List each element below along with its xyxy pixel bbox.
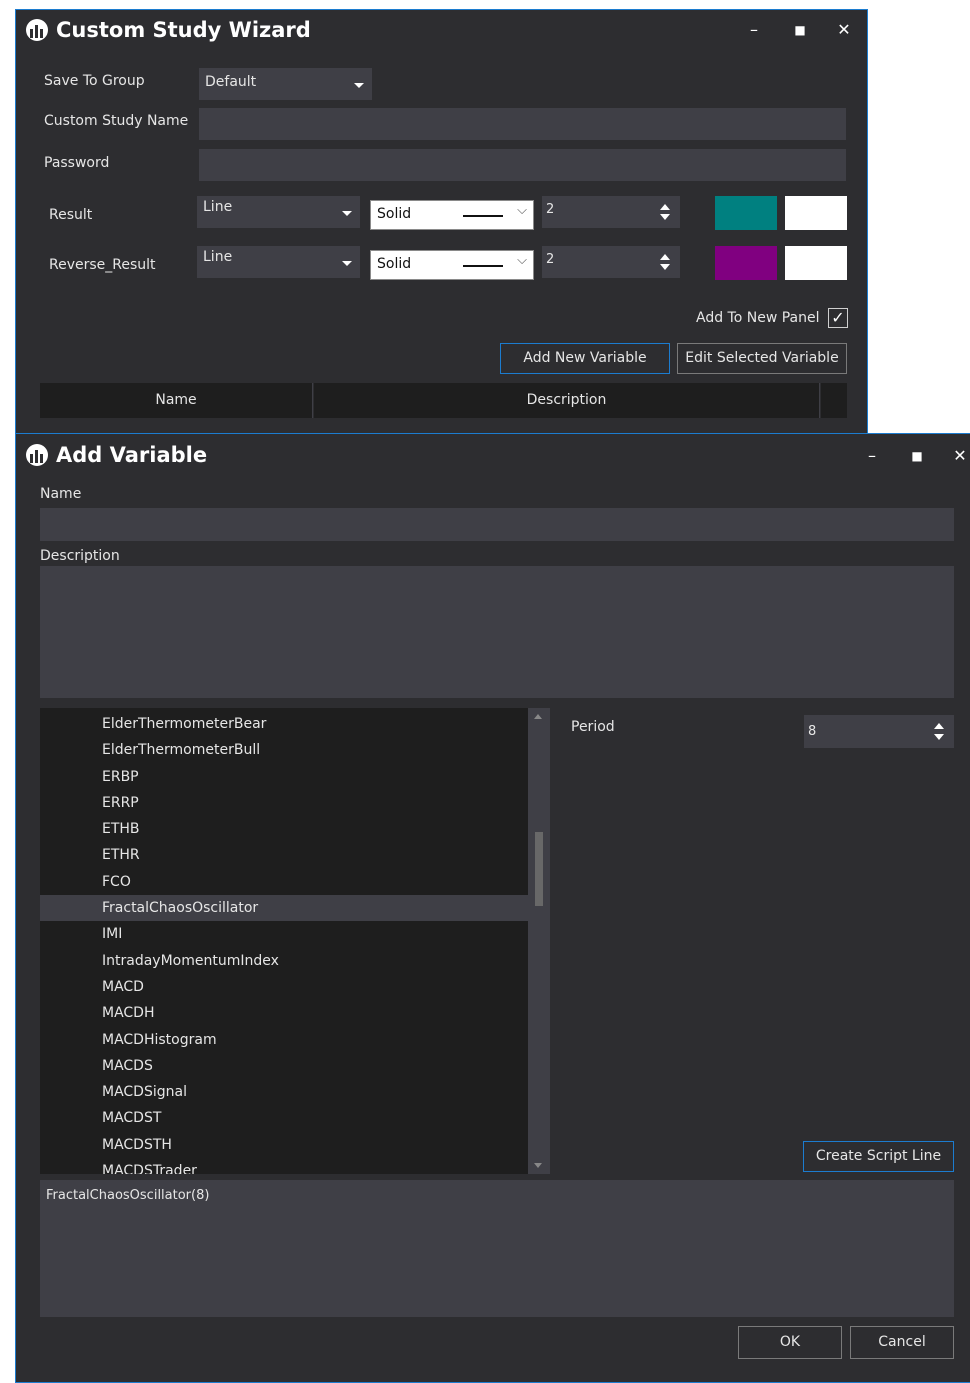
wizard-title-bar: Custom Study Wizard (26, 18, 311, 42)
custom-study-name-label: Custom Study Name (44, 113, 189, 129)
reverse-result-type-select[interactable]: Line (197, 246, 360, 278)
reverse-result-line-style-value: Solid (377, 256, 412, 272)
indicator-list-item[interactable]: MACDSTrader (40, 1158, 528, 1174)
indicator-list-item[interactable]: MACDST (40, 1105, 528, 1131)
reverse-result-line-style-select[interactable]: Solid ⌵ (370, 250, 534, 280)
indicator-list-item[interactable]: ERRP (40, 790, 528, 816)
reverse-result-type-value: Line (203, 249, 233, 265)
description-input[interactable] (40, 566, 954, 698)
indicator-list-item[interactable]: MACDH (40, 1000, 528, 1026)
add-new-variable-button[interactable]: Add New Variable (500, 343, 670, 374)
result-type-select[interactable]: Line (197, 196, 360, 228)
indicator-list-item[interactable]: MACDSignal (40, 1079, 528, 1105)
spin-up-icon[interactable] (660, 204, 670, 210)
chevron-down-icon: ⌵ (517, 253, 527, 268)
indicator-list-item[interactable]: ElderThermometerBear (40, 711, 528, 737)
create-script-line-button[interactable]: Create Script Line (803, 1141, 954, 1172)
reverse-result-label: Reverse_Result (49, 257, 156, 273)
spin-down-icon[interactable] (660, 264, 670, 270)
spin-up-icon[interactable] (660, 254, 670, 260)
line-sample-icon (463, 265, 503, 267)
indicator-list-item[interactable]: FCO (40, 869, 528, 895)
result-color-swatch[interactable] (715, 196, 777, 230)
minimize-icon[interactable]: – (744, 20, 764, 39)
indicator-list-item[interactable]: FractalChaosOscillator (40, 895, 528, 922)
spin-up-icon[interactable] (934, 723, 944, 729)
dropdown-arrow-icon (354, 83, 364, 88)
maximize-icon[interactable]: ■ (790, 23, 810, 37)
period-value: 8 (808, 724, 817, 739)
indicator-list-item[interactable]: ETHB (40, 816, 528, 842)
script-text-area[interactable]: FractalChaosOscillator(8) (40, 1180, 954, 1317)
table-header-spacer (821, 383, 847, 418)
custom-study-wizard-window: Custom Study Wizard – ■ ✕ Save To Group … (15, 9, 868, 439)
add-variable-window: Add Variable – ■ ✕ Name Description Elde… (15, 433, 970, 1383)
indicator-list[interactable]: ElderThermometerBear ElderThermometerBull… (40, 708, 528, 1174)
custom-study-name-input[interactable] (199, 108, 846, 140)
password-label: Password (44, 155, 110, 171)
add-variable-title-bar: Add Variable (26, 443, 207, 467)
reverse-result-color-swatch[interactable] (715, 246, 777, 280)
description-label: Description (40, 548, 120, 564)
spin-down-icon[interactable] (660, 214, 670, 220)
indicator-list-item[interactable]: IntradayMomentumIndex (40, 948, 528, 974)
minimize-icon[interactable]: – (862, 446, 882, 465)
save-to-group-value: Default (205, 74, 257, 90)
add-to-new-panel-label: Add To New Panel (696, 310, 820, 326)
indicator-list-item[interactable]: IMI (40, 921, 528, 947)
result-secondary-color-swatch[interactable] (785, 196, 847, 230)
result-width-value: 2 (546, 202, 555, 217)
indicator-list-item[interactable]: ETHR (40, 842, 528, 868)
scrollbar-thumb[interactable] (535, 832, 543, 906)
indicator-list-item[interactable]: MACD (40, 974, 528, 1000)
checkmark-icon: ✓ (831, 308, 845, 327)
add-to-new-panel-checkbox[interactable]: ✓ (828, 308, 848, 328)
indicator-list-scrollbar[interactable] (528, 708, 550, 1174)
save-to-group-label: Save To Group (44, 73, 145, 89)
dropdown-arrow-icon (342, 211, 352, 216)
period-label: Period (571, 719, 615, 735)
name-label: Name (40, 486, 82, 502)
reverse-result-width-stepper[interactable]: 2 (542, 246, 680, 278)
close-icon[interactable]: ✕ (950, 446, 970, 465)
indicator-list-item[interactable]: MACDS (40, 1053, 528, 1079)
ok-button[interactable]: OK (738, 1326, 842, 1359)
indicator-list-item[interactable]: ERBP (40, 764, 528, 790)
app-logo-icon (26, 444, 48, 466)
table-header-description[interactable]: Description (314, 383, 820, 418)
edit-selected-variable-button[interactable]: Edit Selected Variable (677, 343, 847, 374)
result-width-stepper[interactable]: 2 (542, 196, 680, 228)
password-input[interactable] (199, 149, 846, 181)
scroll-up-icon[interactable] (534, 714, 542, 719)
result-line-style-value: Solid (377, 206, 412, 222)
table-header-name[interactable]: Name (40, 383, 313, 418)
indicator-list-item[interactable]: ElderThermometerBull (40, 737, 528, 763)
result-type-value: Line (203, 199, 233, 215)
period-stepper[interactable]: 8 (804, 715, 954, 748)
name-input[interactable] (40, 508, 954, 541)
cancel-button[interactable]: Cancel (850, 1326, 954, 1359)
indicator-list-item[interactable]: MACDHistogram (40, 1027, 528, 1053)
save-to-group-select[interactable]: Default (199, 68, 372, 100)
add-variable-title: Add Variable (56, 443, 208, 467)
close-icon[interactable]: ✕ (834, 20, 854, 39)
indicator-list-item[interactable]: MACDSTH (40, 1132, 528, 1158)
spin-down-icon[interactable] (934, 734, 944, 740)
reverse-result-secondary-color-swatch[interactable] (785, 246, 847, 280)
line-sample-icon (463, 215, 503, 217)
scroll-down-icon[interactable] (534, 1163, 542, 1168)
result-label: Result (49, 207, 93, 223)
result-line-style-select[interactable]: Solid ⌵ (370, 200, 534, 230)
maximize-icon[interactable]: ■ (907, 449, 927, 463)
dropdown-arrow-icon (342, 261, 352, 266)
chevron-down-icon: ⌵ (517, 203, 527, 218)
app-logo-icon (26, 19, 48, 41)
wizard-title: Custom Study Wizard (56, 18, 311, 42)
reverse-result-width-value: 2 (546, 252, 555, 267)
